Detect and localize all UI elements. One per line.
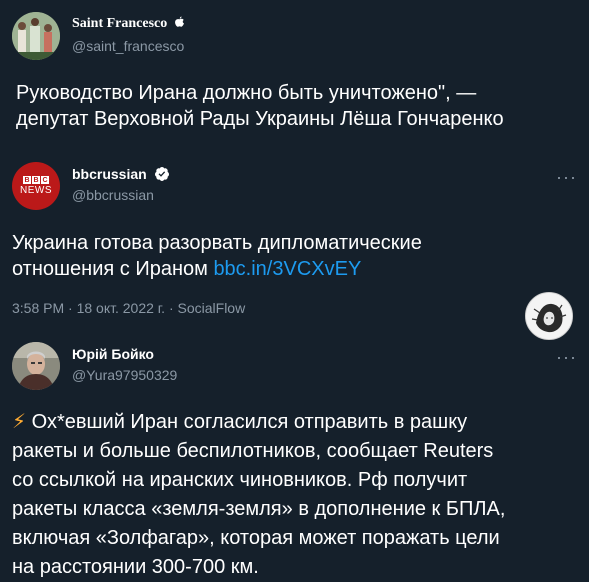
- tweet3-author-name[interactable]: Юрій Бойко: [72, 346, 154, 362]
- avatar-bbcrussian[interactable]: B B C NEWS: [12, 162, 60, 210]
- tweet1-text-line: Руководство Ирана должно быть уничтожено…: [16, 82, 477, 104]
- tweet3-text-line: включая «Золфагар», которая может поража…: [12, 527, 500, 549]
- tweet1-text: Руководство Ирана должно быть уничтожено…: [16, 80, 581, 132]
- avatar-saint-francesco[interactable]: [12, 12, 60, 60]
- author-name-text[interactable]: Saint Francesco: [72, 16, 167, 31]
- tweet3-handle[interactable]: @Yura97950329: [72, 367, 177, 383]
- tweet2-text-line: Украина готова разорвать дипломатические: [12, 232, 422, 254]
- sketch-portrait-icon: [526, 293, 572, 339]
- tweet3-text-line: ⚡ Ох*евший Иран согласился отправить в р…: [12, 408, 582, 437]
- avatar-yura[interactable]: [12, 342, 60, 390]
- tweet1-text-line: депутат Верховной Рады Украины Лёша Гонч…: [16, 108, 504, 130]
- tweet2-author-name[interactable]: bbcrussian: [72, 166, 170, 182]
- tweet2-text: Украина готова разорвать дипломатические…: [12, 230, 577, 282]
- more-options-icon[interactable]: ···: [556, 348, 577, 366]
- avatar-profile-overlay[interactable]: [525, 292, 573, 340]
- avatar-image: [12, 12, 60, 60]
- more-options-icon[interactable]: ···: [556, 168, 577, 186]
- bbc-logo-blocks: B B C: [23, 176, 49, 184]
- tweet1-handle[interactable]: @saint_francesco: [72, 38, 184, 54]
- tweet2-handle[interactable]: @bbcrussian: [72, 187, 154, 203]
- tweet2-text-line2: отношения с Ираном bbc.in/3VCXvEY: [12, 256, 577, 282]
- tweet3-text-line: ракеты и больше беспилотников, сообщает …: [12, 440, 494, 462]
- tweet1-author-name[interactable]: Saint Francesco: [72, 16, 185, 32]
- tweet2-timestamp[interactable]: 3:58 PM · 18 окт. 2022 г. · SocialFlow: [12, 300, 245, 316]
- avatar-image: [12, 342, 60, 390]
- apple-icon: [174, 16, 185, 32]
- author-name-text[interactable]: bbcrussian: [72, 166, 147, 182]
- lightning-emoji-icon: ⚡: [12, 411, 27, 433]
- tweet3-text-line: со ссылкой на иранских чиновников. Рф по…: [12, 469, 468, 491]
- tweet3-text-segment: Ох*евший Иран согласился отправить в раш…: [31, 411, 468, 433]
- tweet2-link[interactable]: bbc.in/3VCXvEY: [213, 258, 361, 280]
- verified-badge-icon: [154, 166, 170, 182]
- tweet3-text: ⚡ Ох*евший Иран согласился отправить в р…: [12, 408, 582, 582]
- tweet2-text-prefix: отношения с Ираном: [12, 258, 214, 280]
- avatar-news-text: NEWS: [20, 185, 52, 196]
- tweet3-text-line: ракеты класса «земля-земля» в дополнение…: [12, 498, 506, 520]
